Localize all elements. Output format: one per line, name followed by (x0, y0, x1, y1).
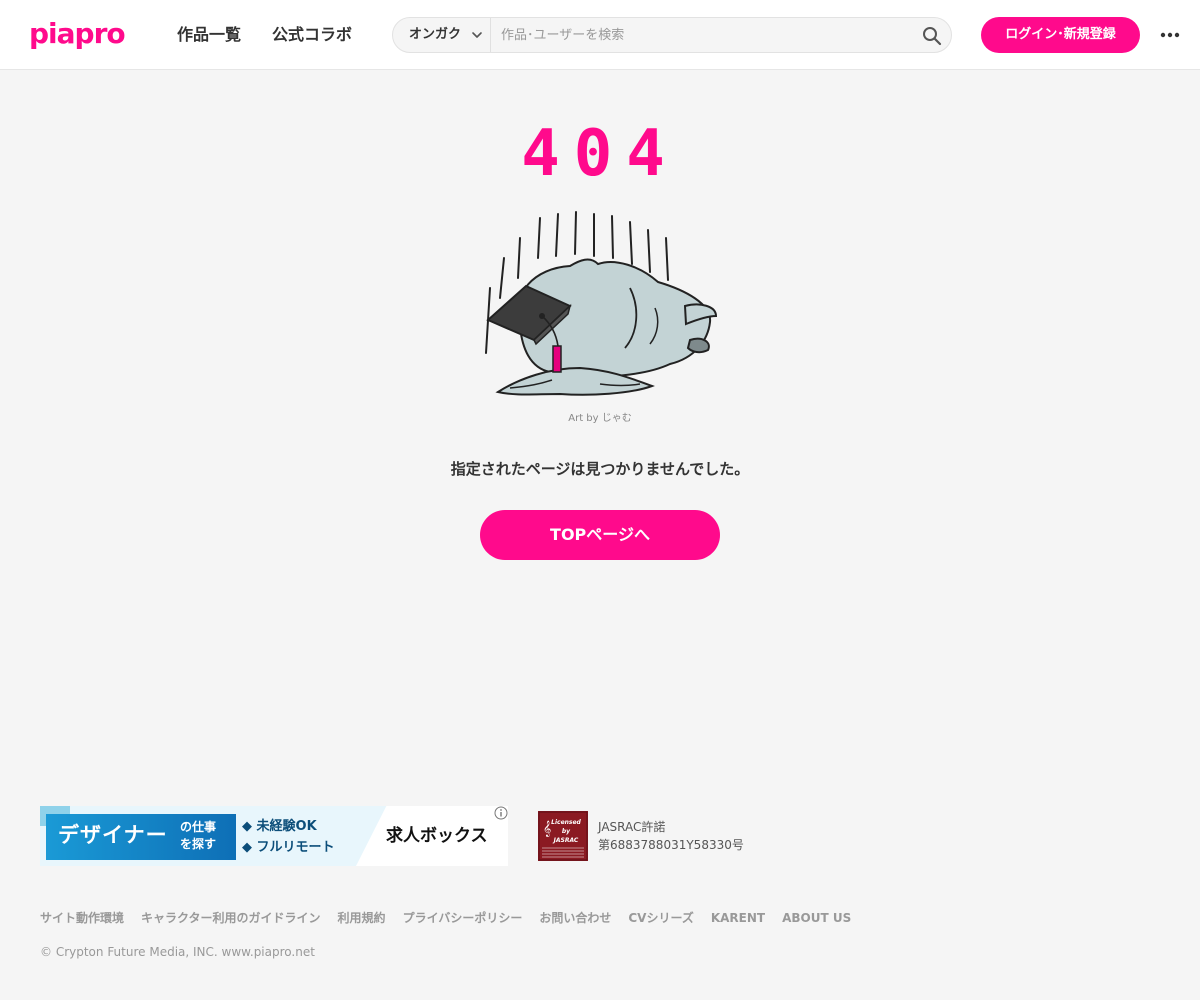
svg-text:by: by (562, 828, 571, 835)
ad-title: デザイナー (58, 823, 168, 847)
not-found-message: 指定されたページは見つかりませんでした。 (450, 460, 750, 478)
jasrac-license: JASRAC許諾 第6883788031Y58330号 (598, 818, 744, 854)
search-icon[interactable] (921, 25, 943, 47)
site-header: piapro 作品一覧 公式コラボ オンガク ログイン･新規登録 (0, 0, 1200, 70)
jasrac-license-title: JASRAC許諾 (598, 820, 666, 834)
nav-works-list[interactable]: 作品一覧 (177, 24, 241, 46)
jasrac-license-number: 第6883788031Y58330号 (598, 838, 744, 852)
error-code-title: 404 (521, 117, 679, 191)
nav-official-collab[interactable]: 公式コラボ (272, 24, 352, 46)
search-category-label: オンガク (409, 27, 462, 42)
top-page-button[interactable]: TOPページへ (480, 510, 720, 560)
footer-links: サイト動作環境 キャラクター利用のガイドライン 利用規約 プライバシーポリシー … (40, 909, 868, 927)
svg-text:𝄞: 𝄞 (543, 821, 551, 837)
jasrac-mark-icon: 𝄞 Licensed by JASRAC (538, 811, 588, 861)
piapro-logo[interactable]: piapro (29, 19, 126, 51)
more-menu-icon[interactable] (1158, 25, 1182, 45)
ad-subtitle: の仕事を探す (180, 820, 217, 851)
footer-link-privacy[interactable]: プライバシーポリシー (403, 909, 523, 927)
chevron-down-icon (472, 32, 482, 38)
footer-link-cv-series[interactable]: CVシリーズ (628, 909, 694, 927)
ad-brand-logo: 求人ボックス (386, 826, 488, 846)
footer-link-karent[interactable]: KARENT (711, 909, 765, 927)
svg-text:Licensed: Licensed (551, 819, 581, 826)
svg-text:JASRAC: JASRAC (553, 837, 579, 844)
footer-link-terms[interactable]: 利用規約 (338, 909, 386, 927)
ad-point-2: ◆ フルリモート (242, 840, 335, 855)
footer-link-about[interactable]: ABOUT US (782, 909, 851, 927)
search-category-select[interactable]: オンガク (393, 18, 491, 52)
login-register-button[interactable]: ログイン･新規登録 (981, 17, 1140, 53)
sleeping-owl-illustration (485, 211, 718, 396)
search-bar: オンガク (392, 17, 952, 53)
ad-info-icon[interactable] (494, 806, 508, 820)
copyright: © Crypton Future Media, INC. www.piapro.… (40, 945, 315, 959)
ad-point-1: ◆ 未経験OK (242, 819, 317, 834)
jasrac-logo: 𝄞 Licensed by JASRAC (538, 811, 588, 861)
footer-link-character-guideline[interactable]: キャラクター利用のガイドライン (141, 909, 321, 927)
job-ad-banner[interactable]: デザイナー の仕事を探す ◆ 未経験OK ◆ フルリモート 求人ボックス (40, 806, 508, 866)
search-input[interactable] (501, 22, 901, 48)
illustration-credit: Art by じゃむ (568, 413, 632, 424)
footer-link-environment[interactable]: サイト動作環境 (40, 909, 124, 927)
footer-link-contact[interactable]: お問い合わせ (539, 909, 611, 927)
